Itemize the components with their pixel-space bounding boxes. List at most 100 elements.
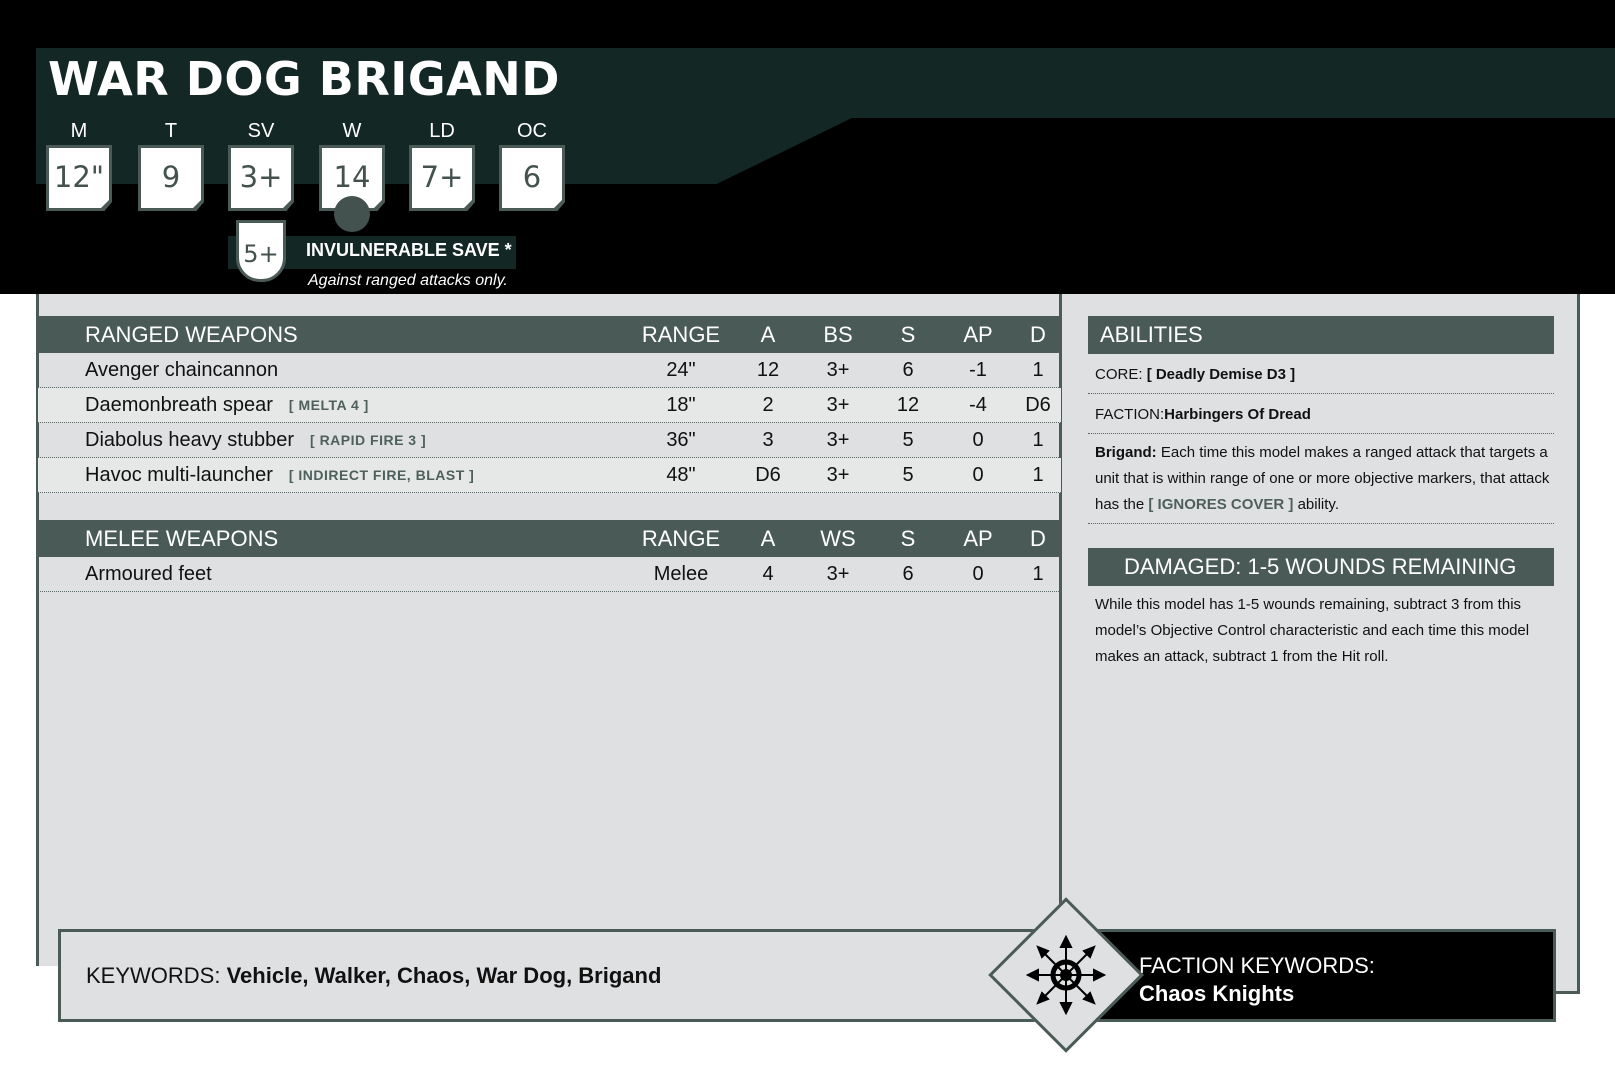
weapon-damage: 1 — [1032, 463, 1044, 486]
invuln-label: INVULNERABLE SAVE * — [306, 240, 512, 260]
weapon-strength: 5 — [902, 463, 914, 486]
weapon-keywords: [ MELTA 4 ] — [288, 397, 369, 413]
weapon-keywords: [ INDIRECT FIRE, BLAST ] — [288, 467, 475, 483]
header-damage: D — [1030, 321, 1046, 347]
core-label: CORE: — [1095, 366, 1143, 383]
weapon-damage: D6 — [1025, 393, 1051, 416]
damaged-title: DAMAGED: 1-5 WOUNDS REMAINING — [1088, 548, 1554, 586]
damaged-text: While this model has 1-5 wounds remainin… — [1095, 596, 1530, 665]
header-attacks: A — [760, 525, 776, 551]
header-ap: AP — [963, 321, 993, 347]
keywords-value: Vehicle, Walker, Chaos, War Dog, Brigand — [226, 962, 662, 988]
damaged-marker-icon — [334, 196, 370, 232]
stat-value: 9 — [138, 145, 204, 211]
chaos-star-icon — [1026, 935, 1106, 1015]
weapon-name: Diabolus heavy stubber[ RAPID FIRE 3 ] — [85, 428, 427, 451]
weapon-attacks: D6 — [755, 463, 781, 486]
faction-ability: FACTION:Harbingers Of Dread — [1088, 402, 1554, 434]
header-damage: D — [1030, 525, 1046, 551]
weapon-ap: 0 — [972, 562, 984, 585]
weapon-strength: 12 — [896, 393, 920, 416]
header-strength: S — [900, 525, 916, 551]
weapon-damage: 1 — [1032, 562, 1044, 585]
keywords-bar: KEYWORDS: Vehicle, Walker, Chaos, War Do… — [58, 929, 1058, 1022]
faction-value: Harbingers Of Dread — [1164, 406, 1311, 423]
weapon-strength: 6 — [902, 358, 914, 381]
weapon-skill: 3+ — [826, 463, 850, 486]
faction-label: FACTION: — [1095, 406, 1165, 423]
brigand-text-end: ability. — [1297, 496, 1339, 513]
weapon-attacks: 3 — [762, 428, 774, 451]
weapon-ap: 0 — [972, 428, 984, 451]
stat-save: SV 3+ — [228, 117, 294, 211]
weapon-attacks: 12 — [756, 358, 780, 381]
header-skill: WS — [820, 525, 856, 551]
weapon-range: 48" — [666, 463, 696, 486]
header-range: RANGE — [641, 525, 721, 551]
unit-name: WAR DOG BRIGAND — [48, 52, 560, 106]
header-skill: BS — [823, 321, 853, 347]
table-row: Diabolus heavy stubber[ RAPID FIRE 3 ] 3… — [38, 423, 1061, 458]
faction-keywords-value: Chaos Knights — [1139, 981, 1295, 1006]
stat-value: 12" — [46, 145, 112, 211]
table-header: MELEE WEAPONS RANGE A WS S AP D — [38, 520, 1061, 557]
stat-label: LD — [429, 120, 455, 142]
weapon-name: Armoured feet — [85, 562, 212, 585]
invuln-shield-icon: 5+ — [236, 220, 286, 282]
weapon-strength: 5 — [902, 428, 914, 451]
weapon-skill: 3+ — [826, 393, 850, 416]
brigand-name: Brigand: — [1095, 444, 1157, 461]
table-row: Daemonbreath spear[ MELTA 4 ] 18" 2 3+ 1… — [38, 388, 1061, 423]
weapon-range: 36" — [666, 428, 696, 451]
header-title: MELEE WEAPONS — [85, 525, 279, 551]
stat-label: OC — [517, 120, 547, 142]
weapon-name: Daemonbreath spear[ MELTA 4 ] — [85, 393, 369, 416]
ignores-cover-tag: [ IGNORES COVER ] — [1148, 496, 1294, 513]
core-value: [ Deadly Demise D3 ] — [1146, 366, 1296, 383]
stat-objective-control: OC 6 — [499, 117, 565, 211]
weapon-skill: 3+ — [826, 562, 850, 585]
header-ap: AP — [963, 525, 993, 551]
weapon-name: Avenger chaincannon — [85, 358, 279, 381]
table-header: RANGED WEAPONS RANGE A BS S AP D — [38, 316, 1061, 353]
stat-label: W — [342, 120, 362, 142]
weapon-ap: -1 — [969, 358, 987, 381]
keywords-label: KEYWORDS: — [86, 962, 221, 988]
table-row: Havoc multi-launcher[ INDIRECT FIRE, BLA… — [38, 458, 1061, 493]
weapon-skill: 3+ — [826, 428, 850, 451]
weapon-range: 18" — [666, 393, 696, 416]
stat-value: 3+ — [228, 145, 294, 211]
faction-keywords-label: FACTION KEYWORDS: — [1139, 953, 1375, 978]
weapon-attacks: 2 — [762, 393, 774, 416]
weapon-ap: -4 — [969, 393, 987, 416]
stat-leadership: LD 7+ — [409, 117, 475, 211]
stat-label: T — [164, 120, 178, 142]
abilities-title: ABILITIES — [1088, 316, 1554, 354]
table-row: Avenger chaincannon 24" 12 3+ 6 -1 1 — [38, 353, 1061, 388]
header-strength: S — [900, 321, 916, 347]
weapon-attacks: 4 — [762, 562, 774, 585]
header-range: RANGE — [641, 321, 721, 347]
weapon-skill: 3+ — [826, 358, 850, 381]
stat-value: 7+ — [409, 145, 475, 211]
melee-weapons-table: MELEE WEAPONS RANGE A WS S AP D Armoured… — [38, 520, 1061, 592]
stat-toughness: T 9 — [138, 117, 204, 211]
header-title: RANGED WEAPONS — [85, 321, 298, 347]
weapon-name: Havoc multi-launcher[ INDIRECT FIRE, BLA… — [85, 463, 475, 486]
stat-label: SV — [247, 120, 275, 142]
stat-label: M — [70, 120, 88, 142]
ranged-weapons-table: RANGED WEAPONS RANGE A BS S AP D Avenger… — [38, 316, 1061, 493]
weapon-ap: 0 — [972, 463, 984, 486]
weapon-damage: 1 — [1032, 428, 1044, 451]
weapon-range: 24" — [666, 358, 696, 381]
stat-movement: M 12" — [46, 117, 112, 211]
header-attacks: A — [760, 321, 776, 347]
weapon-keywords: [ RAPID FIRE 3 ] — [310, 432, 427, 448]
brigand-ability: Brigand: Each time this model makes a ra… — [1088, 440, 1554, 524]
invuln-note: Against ranged attacks only. — [308, 272, 508, 289]
stat-value: 6 — [499, 145, 565, 211]
table-row: Armoured feet Melee 4 3+ 6 0 1 — [38, 557, 1061, 592]
core-ability: CORE: [ Deadly Demise D3 ] — [1088, 362, 1554, 394]
weapon-damage: 1 — [1032, 358, 1044, 381]
weapon-range: Melee — [653, 562, 709, 585]
